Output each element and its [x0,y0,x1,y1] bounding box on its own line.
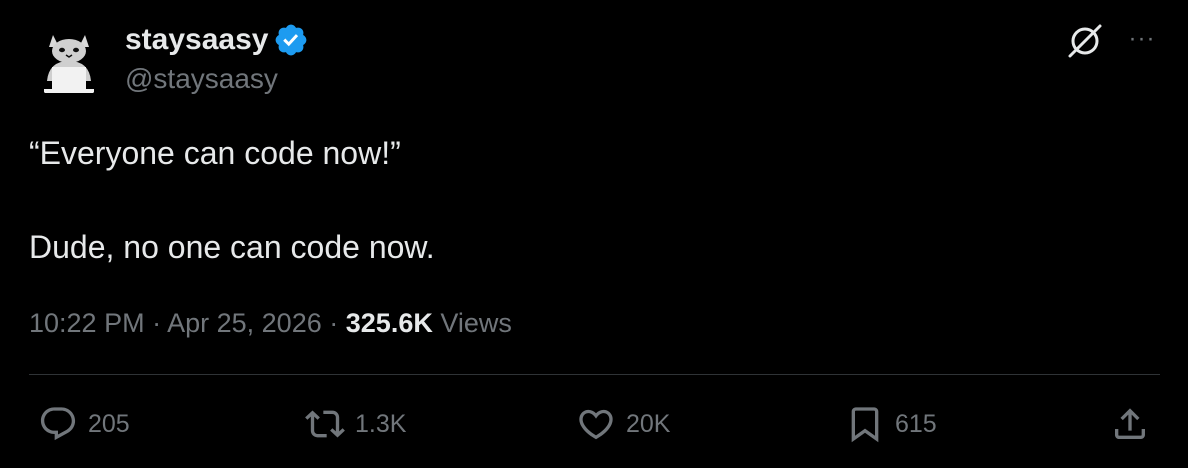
meta-separator: · [152,308,162,338]
bookmark-button[interactable]: 615 [845,404,937,444]
cat-with-laptop-avatar-icon [29,21,109,101]
tweet-date[interactable]: Apr 25, 2026 [167,308,322,338]
views-count[interactable]: 325.6K [346,308,433,338]
grok-icon[interactable] [1066,22,1104,60]
repost-button[interactable]: 1.3K [305,404,406,444]
like-count: 20K [626,409,671,438]
verified-badge-icon [273,22,309,58]
divider [29,374,1160,375]
share-button[interactable] [1110,404,1150,444]
tweet-line: “Everyone can code now!” [29,135,401,171]
user-handle[interactable]: @staysaasy [125,62,278,96]
tweet-text: “Everyone can code now!” Dude, no one ca… [29,133,1149,267]
reply-icon [40,407,76,441]
repost-count: 1.3K [355,409,407,438]
bookmark-count: 615 [895,409,937,438]
share-icon [1115,408,1145,439]
tweet-line: Dude, no one can code now. [29,229,435,265]
repost-icon [305,410,345,438]
heart-icon [579,409,613,440]
meta-separator: · [329,308,339,338]
reply-button[interactable]: 205 [38,404,130,444]
bookmark-icon [851,407,879,443]
display-name[interactable]: staysaasy [125,22,268,58]
tweet-meta: 10:22 PM · Apr 25, 2026 · 325.6K Views [29,305,512,341]
tweet-time[interactable]: 10:22 PM [29,308,145,338]
more-options-icon[interactable]: ··· [1124,24,1160,54]
like-button[interactable]: 20K [576,404,670,444]
views-label: Views [440,308,512,338]
avatar[interactable] [29,21,109,101]
reply-count: 205 [88,409,130,438]
